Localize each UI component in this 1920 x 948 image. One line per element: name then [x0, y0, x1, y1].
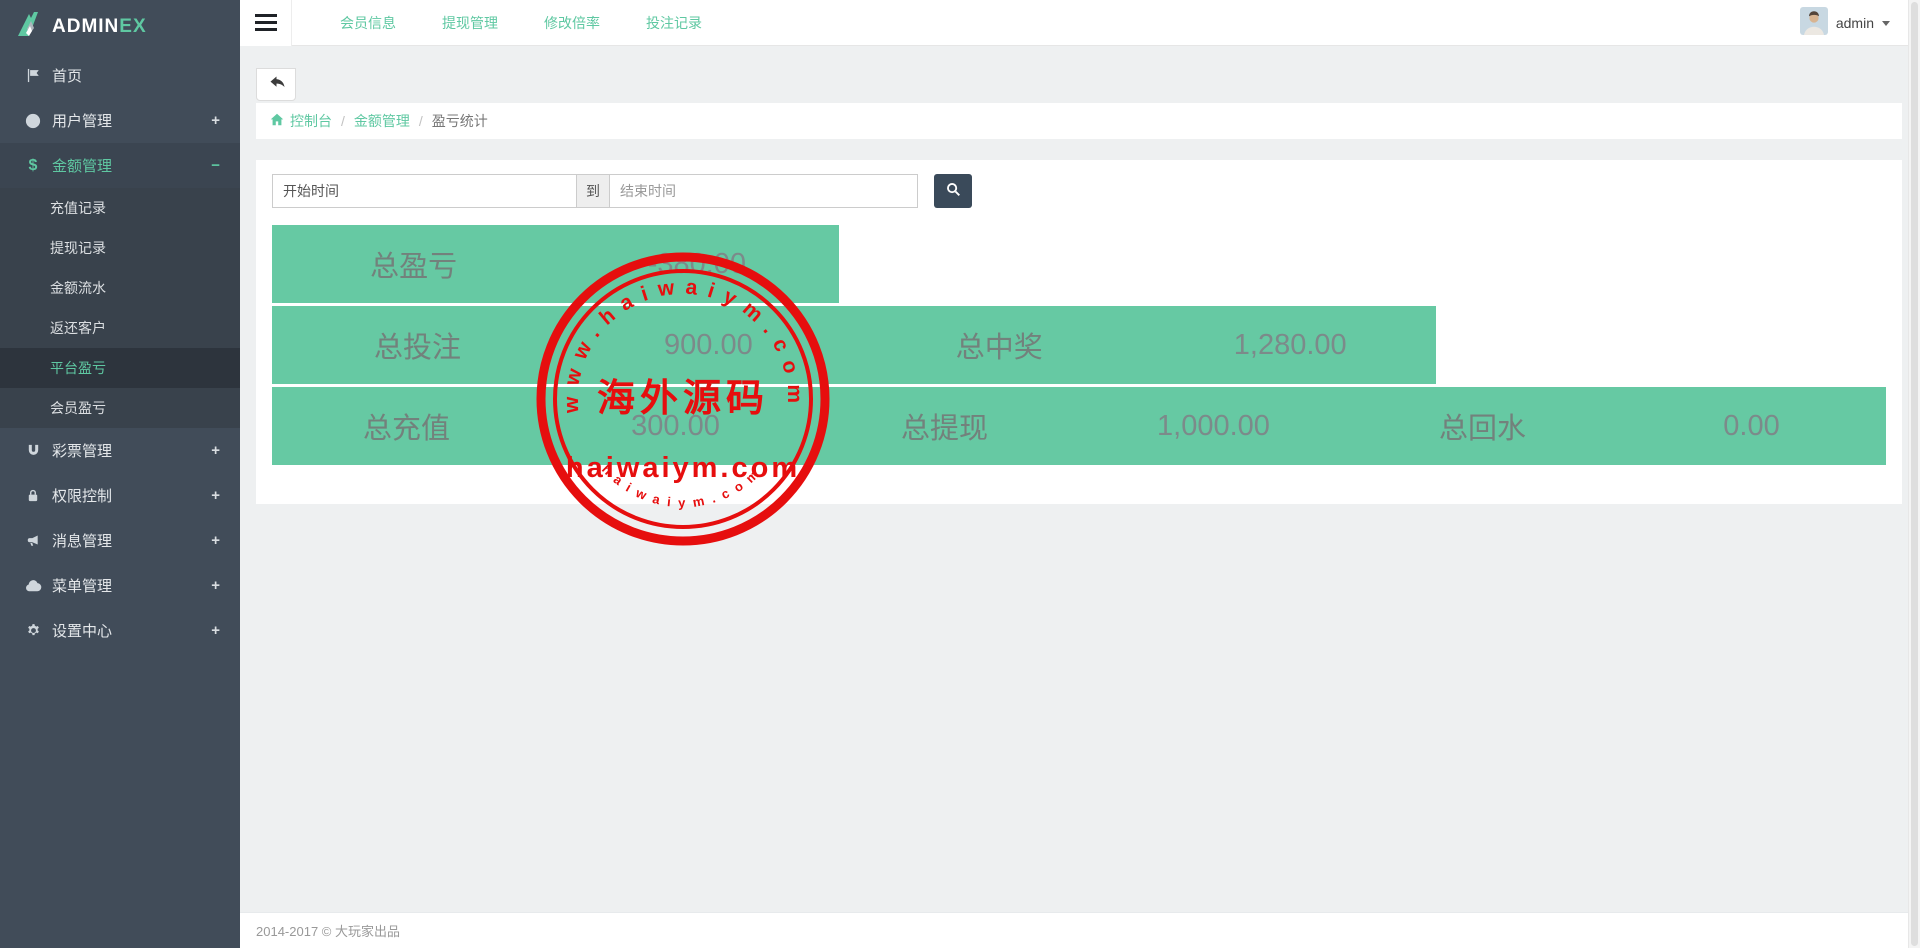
lock-icon — [24, 488, 42, 504]
expand-plus-icon: + — [211, 112, 220, 129]
breadcrumb-separator: / — [419, 113, 423, 129]
sidebar-item-label: 权限控制 — [52, 485, 112, 506]
expand-plus-icon: + — [211, 487, 220, 504]
chevron-down-icon — [1882, 21, 1890, 26]
brand: ADMINEX — [0, 0, 240, 53]
copyright-text: 2014-2017 © 大玩家出品 — [256, 921, 400, 940]
sidebar-item-lottery[interactable]: 彩票管理 + — [0, 428, 240, 473]
total-withdraw-label: 总提现 — [810, 387, 1079, 465]
total-wins-label: 总中奖 — [854, 306, 1145, 384]
sidebar-item-money[interactable]: $ 金额管理 − — [0, 143, 240, 188]
topbar-link-withdraw-mgmt[interactable]: 提现管理 — [434, 9, 506, 37]
user-menu[interactable]: admin — [1800, 0, 1890, 46]
total-pnl-label: 总盈亏 — [272, 225, 555, 303]
table-row: 总充值 300.00 总提现 1,000.00 总回水 0.00 — [272, 387, 1886, 465]
search-icon — [946, 182, 961, 200]
username-label: admin — [1836, 15, 1874, 31]
breadcrumb-home-link[interactable]: 控制台 — [270, 111, 332, 131]
content-area: 控制台 / 金额管理 / 盈亏统计 到 — [240, 68, 1908, 934]
submenu-item-return-customer[interactable]: 返还客户 — [0, 308, 240, 348]
submenu-item-recharge-records[interactable]: 充值记录 — [0, 188, 240, 228]
table-row: 总投注 900.00 总中奖 1,280.00 — [272, 306, 1436, 384]
topbar-nav: 会员信息 提现管理 修改倍率 投注记录 — [332, 9, 740, 37]
sidebar-item-label: 彩票管理 — [52, 440, 112, 461]
submenu-item-platform-pnl[interactable]: 平台盈亏 — [0, 348, 240, 388]
breadcrumb-money-link[interactable]: 金额管理 — [354, 111, 410, 131]
total-withdraw-value: 1,000.00 — [1079, 387, 1348, 465]
total-pnl-value: -380.00 — [555, 225, 838, 303]
vertical-scrollbar[interactable] — [1908, 0, 1920, 948]
expand-plus-icon: + — [211, 442, 220, 459]
money-submenu: 充值记录 提现记录 金额流水 返还客户 平台盈亏 会员盈亏 — [0, 188, 240, 428]
sidebar-item-label: 金额管理 — [52, 155, 112, 176]
sidebar-toggle-button[interactable] — [240, 0, 292, 46]
sidebar-item-label: 用户管理 — [52, 110, 112, 131]
search-button[interactable] — [934, 174, 972, 208]
start-time-input[interactable] — [272, 174, 577, 208]
submenu-item-withdraw-records[interactable]: 提现记录 — [0, 228, 240, 268]
to-label: 到 — [576, 174, 610, 208]
submenu-item-money-flow[interactable]: 金额流水 — [0, 268, 240, 308]
date-filter-form: 到 — [272, 174, 1886, 208]
hamburger-icon — [255, 14, 277, 17]
scrollbar-thumb[interactable] — [1911, 2, 1918, 946]
total-rebate-value: 0.00 — [1617, 387, 1886, 465]
topbar-link-bet-records[interactable]: 投注记录 — [638, 9, 710, 37]
total-wins-value: 1,280.00 — [1145, 306, 1436, 384]
breadcrumb: 控制台 / 金额管理 / 盈亏统计 — [256, 103, 1902, 139]
topbar-link-member-info[interactable]: 会员信息 — [332, 9, 404, 37]
breadcrumb-current: 盈亏统计 — [432, 111, 488, 131]
topbar: 会员信息 提现管理 修改倍率 投注记录 admin — [240, 0, 1908, 46]
end-time-input[interactable] — [609, 174, 918, 208]
brand-name: ADMINEX — [52, 16, 147, 38]
sidebar-item-home[interactable]: 首页 — [0, 53, 240, 98]
sidebar-item-settings[interactable]: 设置中心 + — [0, 608, 240, 653]
pnl-stats-table: 总盈亏 -380.00 总投注 900.00 总中奖 1,280.00 总充值 … — [272, 225, 1886, 465]
total-recharge-label: 总充值 — [272, 387, 541, 465]
stats-panel: 到 总盈亏 -380.00 总投注 — [256, 160, 1902, 504]
sidebar-item-messages[interactable]: 消息管理 + — [0, 518, 240, 563]
back-arrow-icon — [268, 75, 285, 95]
submenu-item-member-pnl[interactable]: 会员盈亏 — [0, 388, 240, 428]
sidebar-item-label: 菜单管理 — [52, 575, 112, 596]
sidebar-item-permissions[interactable]: 权限控制 + — [0, 473, 240, 518]
home-icon — [270, 113, 290, 129]
sidebar-item-label: 设置中心 — [52, 620, 112, 641]
sidebar-item-label: 首页 — [52, 65, 82, 86]
expand-plus-icon: + — [211, 532, 220, 549]
flag-icon — [24, 68, 42, 84]
main-area: 会员信息 提现管理 修改倍率 投注记录 admin — [240, 0, 1908, 948]
bullhorn-icon — [24, 533, 42, 549]
gear-icon — [24, 623, 42, 639]
magnet-icon — [24, 443, 42, 459]
total-bets-value: 900.00 — [563, 306, 854, 384]
dollar-icon: $ — [24, 158, 42, 174]
breadcrumb-separator: / — [341, 113, 345, 129]
frown-icon — [24, 113, 42, 129]
sidebar-item-label: 消息管理 — [52, 530, 112, 551]
back-button[interactable] — [256, 68, 296, 101]
brand-logo-icon — [14, 9, 44, 44]
sidebar-menu: 首页 用户管理 + $ 金额管理 − 充值记录 提现记录 金额流水 返还客 — [0, 53, 240, 653]
expand-plus-icon: + — [211, 622, 220, 639]
topbar-link-edit-odds[interactable]: 修改倍率 — [536, 9, 608, 37]
total-rebate-label: 总回水 — [1348, 387, 1617, 465]
avatar — [1800, 7, 1828, 40]
expand-plus-icon: + — [211, 577, 220, 594]
total-bets-label: 总投注 — [272, 306, 563, 384]
sidebar-item-users[interactable]: 用户管理 + — [0, 98, 240, 143]
footer: 2014-2017 © 大玩家出品 — [240, 912, 1908, 948]
cloud-icon — [24, 578, 42, 594]
table-row: 总盈亏 -380.00 — [272, 225, 839, 303]
total-recharge-value: 300.00 — [541, 387, 810, 465]
sidebar: ADMINEX 首页 用户管理 + $ 金额管理 − — [0, 0, 240, 948]
sidebar-item-menus[interactable]: 菜单管理 + — [0, 563, 240, 608]
collapse-minus-icon: − — [211, 157, 220, 174]
